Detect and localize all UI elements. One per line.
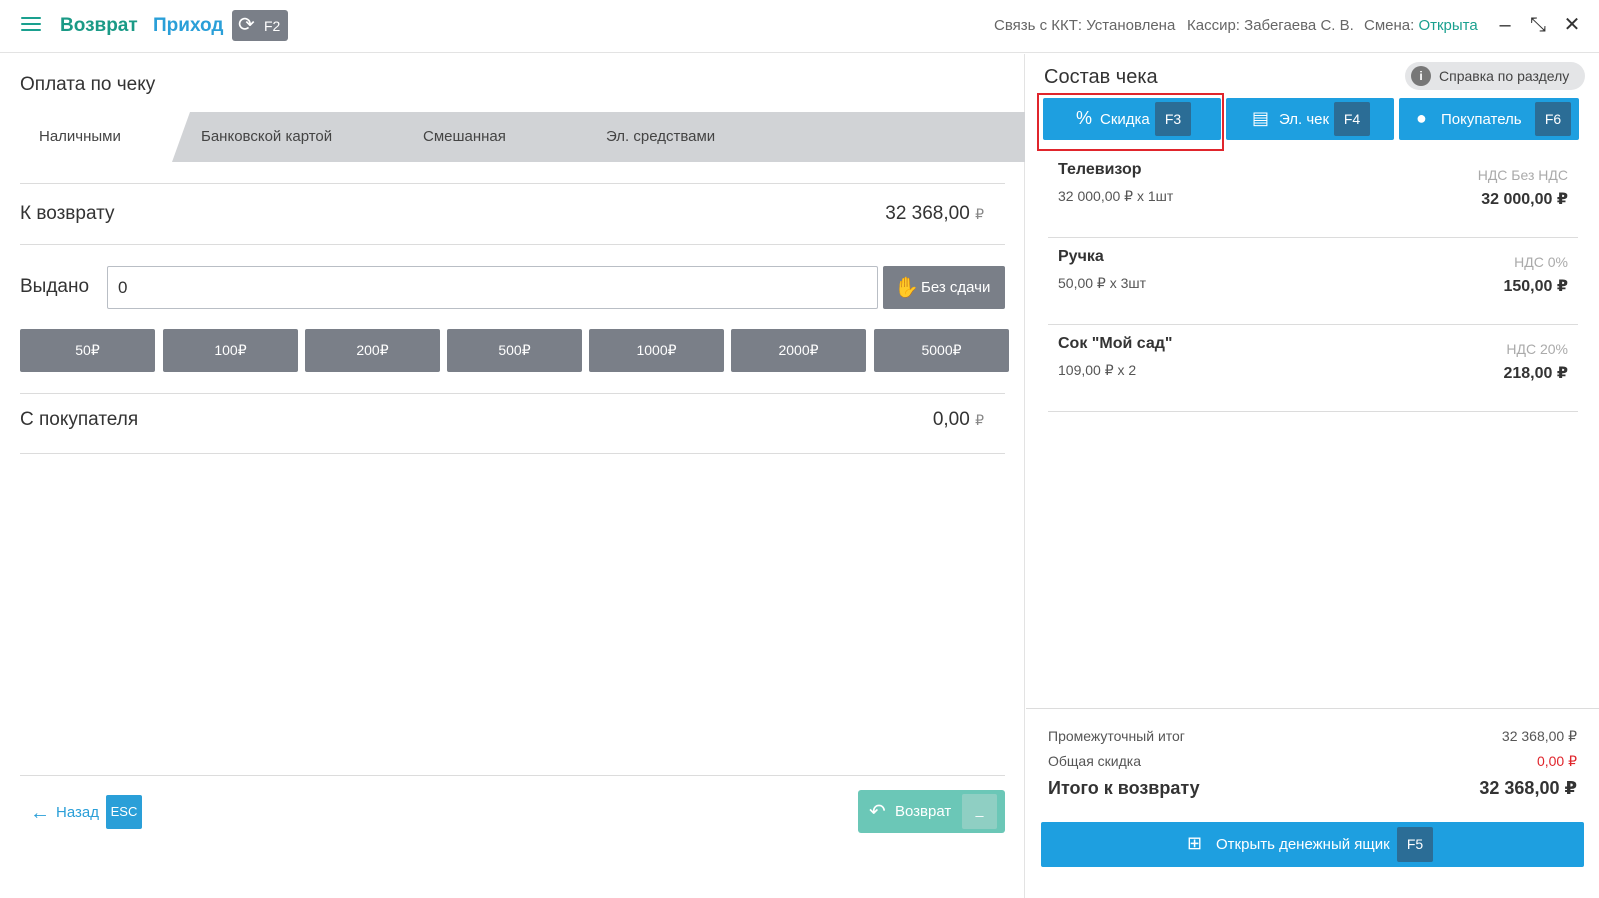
total-value: 32 368,00 ₽ [1479,778,1577,798]
switch-key: F2 [264,18,281,34]
help-button[interactable]: i Справка по разделу [1405,62,1585,90]
back-label: Назад [56,804,99,821]
bill-button-5000[interactable]: 5000₽ [874,329,1009,372]
shift-value: Открыта [1418,17,1478,34]
item-vat: НДС 20% [1506,341,1568,357]
return-button[interactable]: ↶ Возврат _ [858,790,1005,833]
given-label: Выдано [20,276,90,297]
receipt-item[interactable]: Ручка 50,00 ₽ x 3шт НДС 0% 150,00 ₽ [1048,239,1578,325]
receipt-item[interactable]: Сок "Мой сад" 109,00 ₽ x 2 НДС 20% 218,0… [1048,326,1578,412]
currency-sign: ₽ [975,412,984,428]
receipt-item[interactable]: Телевизор 32 000,00 ₽ x 1шт НДС Без НДС … [1048,152,1578,238]
help-label: Справка по разделу [1439,68,1570,84]
e-receipt-label: Эл. чек [1279,111,1330,128]
item-vat: НДС 0% [1514,254,1568,270]
collapse-icon[interactable]: ⤡ [1526,13,1550,37]
minimize-icon[interactable]: – [1493,13,1517,37]
subtotal-value: 32 368,00 ₽ [1501,728,1577,744]
given-amount-input[interactable] [107,266,878,309]
divider [20,775,1005,776]
percent-icon: % [1076,108,1093,128]
to-return-label: К возврату [20,203,115,224]
discount-label: Скидка [1100,111,1150,128]
payment-tabs: Наличными Банковской картой Смешанная Эл… [20,112,1025,162]
return-label: Возврат [895,803,952,820]
receipt-icon: ▤ [1252,108,1270,128]
currency-sign: ₽ [975,206,984,222]
tab-cash[interactable]: Наличными [20,112,190,162]
total-label: Итого к возврату [1048,778,1200,798]
no-change-label: Без сдачи [921,279,991,296]
hand-icon: ✋ [894,277,919,299]
divider [20,183,1005,184]
e-receipt-button[interactable]: ▤ Эл. чек F4 [1226,98,1394,140]
item-qty: 50,00 ₽ x 3шт [1058,275,1147,291]
customer-button[interactable]: ● Покупатель F6 [1399,98,1579,140]
divider [20,244,1005,245]
divider [20,393,1005,394]
discount-button[interactable]: % Скидка F3 [1043,98,1221,140]
subtotal-label: Промежуточный итог [1048,728,1185,744]
bill-button-200[interactable]: 200₽ [305,329,440,372]
close-icon[interactable]: ✕ [1560,13,1584,37]
discount-total-label: Общая скидка [1048,753,1142,769]
switch-mode-button[interactable]: ⟳ F2 [232,10,288,41]
tab-mixed[interactable]: Смешанная [423,112,506,162]
user-icon: ● [1416,108,1427,128]
esc-key-badge: ESC [106,795,142,829]
no-change-button[interactable]: ✋ Без сдачи [883,266,1005,309]
top-bar: Возврат Приход ⟳ F2 Связь с ККТ: Установ… [0,0,1599,53]
arrow-left-icon: ← [30,802,50,824]
return-key: _ [962,794,997,829]
mode-return[interactable]: Возврат [60,15,138,37]
from-customer-value: 0,00 ₽ [933,409,984,431]
open-cash-drawer-button[interactable]: ⊞ Открыть денежный ящик F5 [1041,822,1584,867]
discount-key: F3 [1155,102,1191,136]
cash-drawer-icon: ⊞ [1187,833,1203,853]
item-name: Телевизор [1058,161,1142,178]
customer-key: F6 [1535,102,1571,136]
bill-button-500[interactable]: 500₽ [447,329,582,372]
divider [1026,708,1599,709]
e-receipt-key: F4 [1334,102,1370,136]
kkt-status: Связь с ККТ: Установлена [994,17,1176,34]
bill-button-1000[interactable]: 1000₽ [589,329,724,372]
customer-label: Покупатель [1441,111,1522,128]
tab-electronic[interactable]: Эл. средствами [606,112,715,162]
from-customer-label: С покупателя [20,409,139,430]
shift-label: Смена: [1364,17,1415,34]
discount-total-value: 0,00 ₽ [1536,753,1577,769]
item-sum: 32 000,00 ₽ [1481,191,1568,208]
payment-title: Оплата по чеку [20,74,156,95]
payment-panel: Оплата по чеку Наличными Банковской карт… [0,54,1025,898]
from-customer-amount: 0,00 [932,409,970,430]
to-return-amount: 32 368,00 [885,203,970,224]
divider [20,453,1005,454]
drawer-label: Открыть денежный ящик [1216,836,1390,853]
refresh-icon: ⟳ [238,14,255,36]
item-vat: НДС Без НДС [1477,167,1568,183]
item-name: Сок "Мой сад" [1058,335,1173,352]
bill-button-50[interactable]: 50₽ [20,329,155,372]
bill-button-2000[interactable]: 2000₽ [731,329,866,372]
item-sum: 218,00 ₽ [1503,365,1568,382]
bill-button-100[interactable]: 100₽ [163,329,298,372]
receipt-title: Состав чека [1044,66,1158,88]
info-icon: i [1411,66,1431,86]
menu-icon[interactable] [21,17,41,33]
shift-status: Смена: Открыта [1364,17,1478,34]
back-link[interactable]: ← Назад [30,802,99,825]
mode-income[interactable]: Приход [153,15,223,37]
item-name: Ручка [1058,248,1104,265]
undo-icon: ↶ [869,801,886,823]
drawer-key: F5 [1397,827,1433,862]
tab-card[interactable]: Банковской картой [201,112,332,162]
item-qty: 32 000,00 ₽ x 1шт [1058,188,1174,204]
item-qty: 109,00 ₽ x 2 [1058,362,1137,378]
to-return-value: 32 368,00 ₽ [885,203,984,225]
receipt-panel: Состав чека i Справка по разделу % Скидк… [1026,54,1599,898]
cashier-name: Кассир: Забегаева С. В. [1187,17,1354,34]
item-sum: 150,00 ₽ [1503,278,1568,295]
